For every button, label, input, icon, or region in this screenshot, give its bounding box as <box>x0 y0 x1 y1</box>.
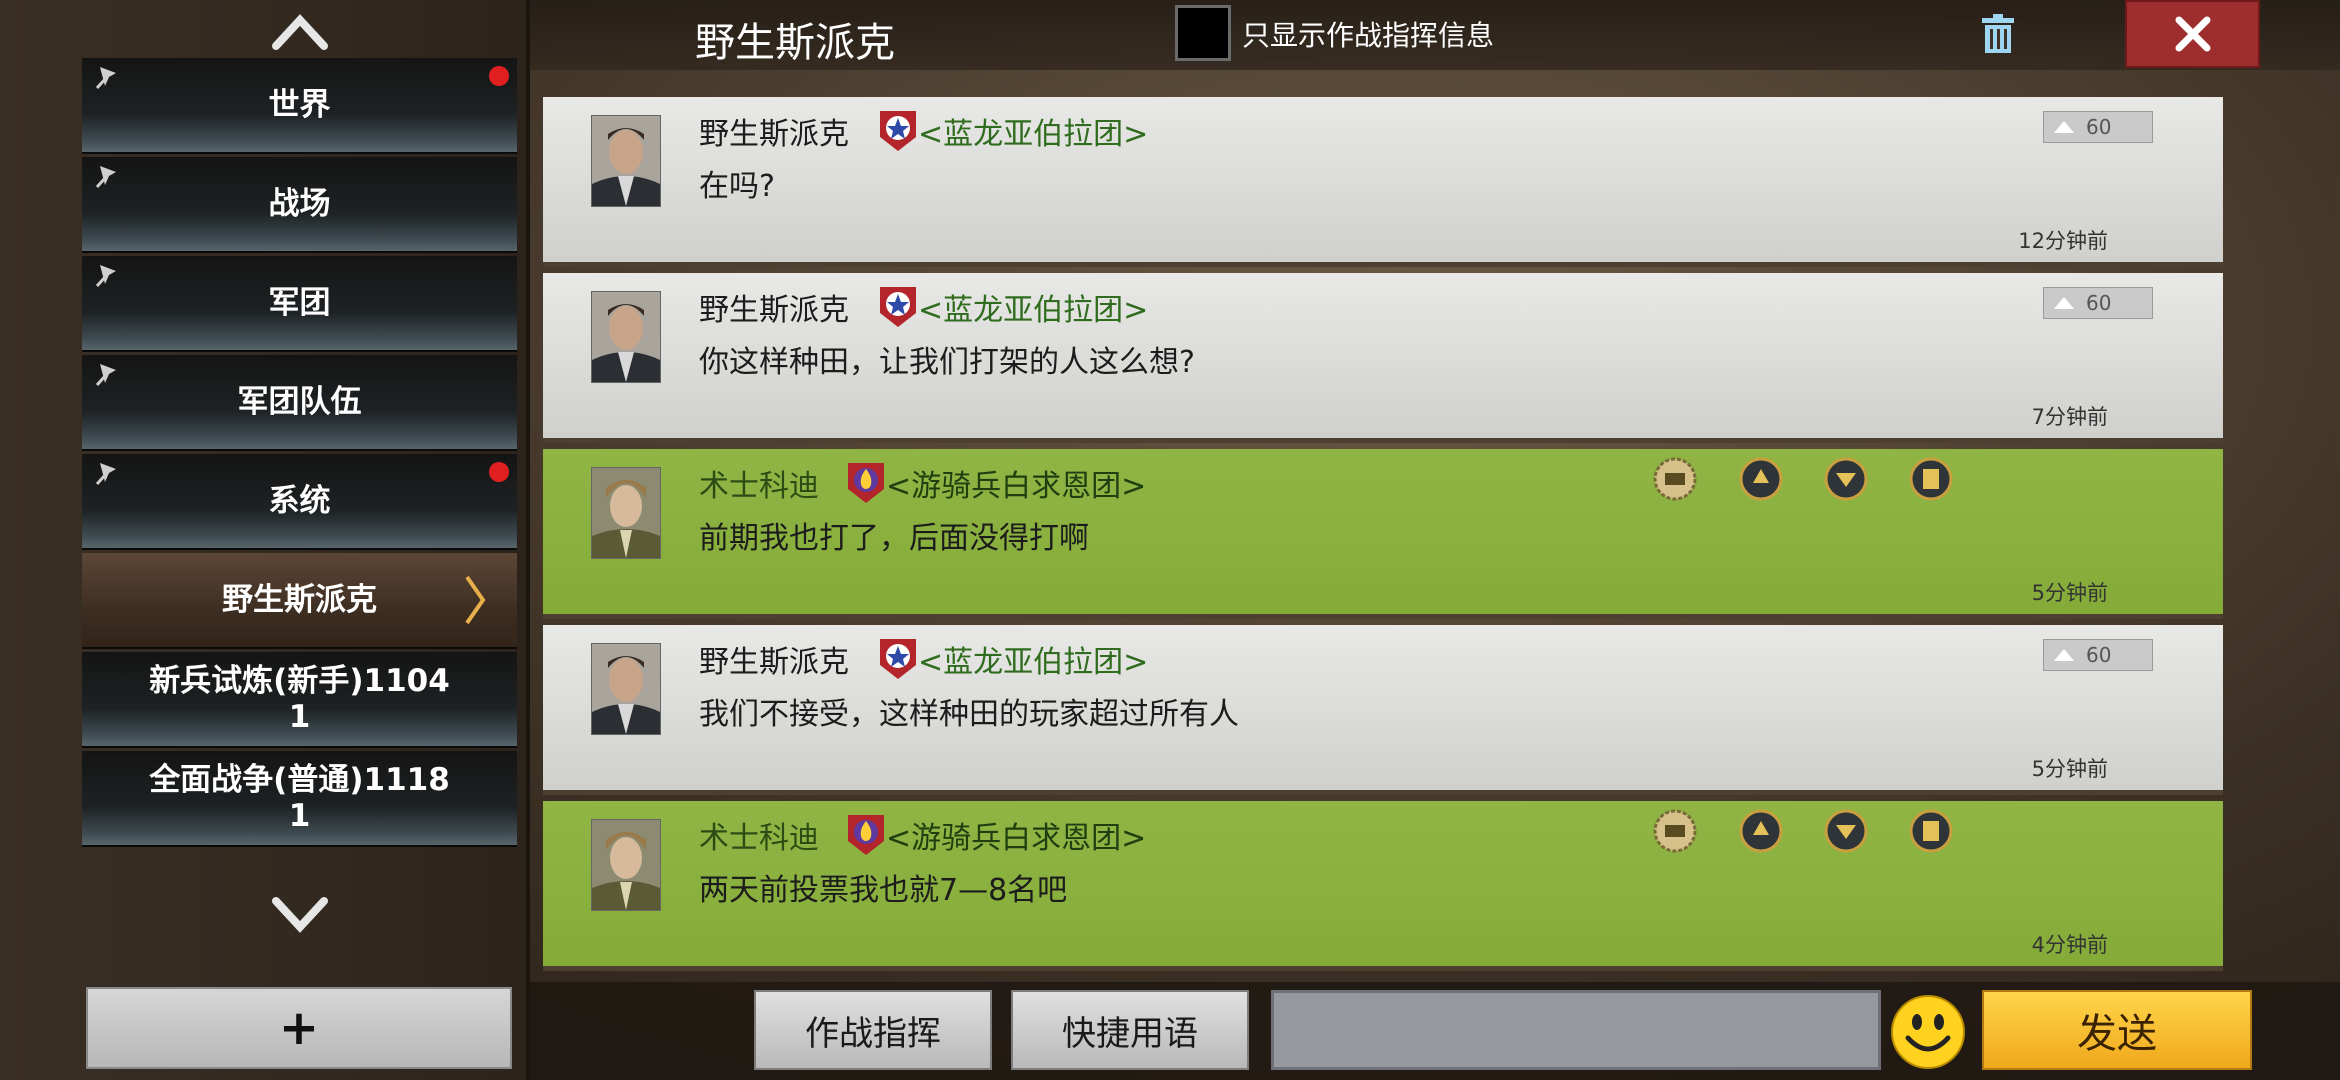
message-input[interactable] <box>1271 990 1881 1070</box>
trash-icon[interactable] <box>1980 14 2016 54</box>
channel-label: 世界 <box>268 87 331 123</box>
channel-label: 野生斯派克 <box>222 582 377 618</box>
channel-legion-team[interactable]: 军团队伍 <box>82 355 517 451</box>
message-time: 5分钟前 <box>2031 581 2108 605</box>
channel-label: 军团队伍 <box>237 384 362 420</box>
sender-name[interactable]: 术士科迪 <box>699 813 819 857</box>
scroll-down-icon[interactable] <box>270 895 330 935</box>
sender-name[interactable]: 野生斯派克 <box>699 637 849 681</box>
clan-name: <蓝龙亚伯拉团> <box>918 117 1149 152</box>
like-counter[interactable]: 60 <box>2043 639 2153 671</box>
add-channel-button[interactable]: + <box>86 987 512 1069</box>
message-text: 两天前投票我也就7—8名吧 <box>699 873 1068 908</box>
avatar[interactable] <box>591 115 661 207</box>
message-time: 7分钟前 <box>2031 405 2108 429</box>
like-arrow-icon <box>2054 649 2074 661</box>
room-name: 新兵试炼(新手)1104 <box>149 663 450 699</box>
sender-name[interactable]: 野生斯派克 <box>699 285 849 329</box>
message-item: 术士科迪 <游骑兵白求恩团> 前期我也打了，后面没得打啊 5分钟前 <box>543 449 2223 619</box>
like-counter[interactable]: 60 <box>2043 287 2153 319</box>
channel-system[interactable]: 系统 <box>82 454 517 550</box>
room-count: 1 <box>288 798 311 834</box>
chat-header: 野生斯派克 只显示作战指挥信息 <box>530 0 2340 70</box>
like-counter[interactable]: 60 <box>2043 111 2153 143</box>
avatar[interactable] <box>591 291 661 383</box>
emoji-icon[interactable] <box>1890 994 1966 1070</box>
quick-phrase-button[interactable]: 快捷用语 <box>1011 990 1249 1070</box>
clan-name: <蓝龙亚伯拉团> <box>918 645 1149 680</box>
close-button[interactable] <box>2125 0 2260 68</box>
star-shield-icon <box>880 111 916 151</box>
chevron-right-icon <box>465 575 486 625</box>
like-count: 60 <box>2086 291 2112 315</box>
channel-label: 军团 <box>268 285 331 321</box>
avatar[interactable] <box>591 467 661 559</box>
clan-name: <蓝龙亚伯拉团> <box>918 293 1149 328</box>
clan-name: <游骑兵白求恩团> <box>886 469 1147 504</box>
avatar[interactable] <box>591 819 661 911</box>
command-only-label: 只显示作战指挥信息 <box>1242 19 1495 52</box>
channel-sidebar: 世界 战场 军团 军团队伍 系统 野生斯派克 新兵试炼(新手)1104 1 全面… <box>0 0 530 1080</box>
room-label: 全面战争(普通)1118 1 <box>82 751 517 845</box>
message-item: 术士科迪 <游骑兵白求恩团> 两天前投票我也就7—8名吧 4分钟前 <box>543 801 2223 971</box>
message-item: 野生斯派克 <蓝龙亚伯拉团> 我们不接受，这样种田的玩家超过所有人 60 5分钟… <box>543 625 2223 795</box>
message-time: 5分钟前 <box>2031 757 2108 781</box>
like-arrow-icon <box>2054 121 2074 133</box>
clan-name: <游骑兵白求恩团> <box>886 821 1147 856</box>
notification-dot <box>489 66 509 86</box>
flame-shield-icon <box>848 463 884 503</box>
message-time: 4分钟前 <box>2031 933 2108 957</box>
medal-icon[interactable] <box>1824 457 1868 501</box>
message-list[interactable]: 野生斯派克 <蓝龙亚伯拉团> 在吗? 60 12分钟前 野生斯派克 <蓝龙亚伯拉 <box>543 97 2223 982</box>
chat-title: 野生斯派克 <box>695 20 895 66</box>
channel-room-total-war[interactable]: 全面战争(普通)1118 1 <box>82 751 517 847</box>
chat-input-bar: 作战指挥 快捷用语 发送 <box>530 982 2340 1080</box>
medal-icon[interactable] <box>1739 457 1783 501</box>
channel-world[interactable]: 世界 <box>82 58 517 154</box>
room-count: 1 <box>288 699 311 735</box>
message-text: 我们不接受，这样种田的玩家超过所有人 <box>699 697 1239 732</box>
sender-name[interactable]: 术士科迪 <box>699 461 819 505</box>
star-shield-icon <box>880 287 916 327</box>
medal-icon[interactable] <box>1653 457 1697 501</box>
message-text: 在吗? <box>699 169 775 204</box>
channel-room-newbie[interactable]: 新兵试炼(新手)1104 1 <box>82 652 517 748</box>
notification-dot <box>489 462 509 482</box>
star-shield-icon <box>880 639 916 679</box>
channel-battlefield[interactable]: 战场 <box>82 157 517 253</box>
like-count: 60 <box>2086 643 2112 667</box>
channel-legion[interactable]: 军团 <box>82 256 517 352</box>
message-item: 野生斯派克 <蓝龙亚伯拉团> 在吗? 60 12分钟前 <box>543 97 2223 267</box>
room-label: 新兵试炼(新手)1104 1 <box>82 652 517 746</box>
like-count: 60 <box>2086 115 2112 139</box>
scroll-up-icon[interactable] <box>270 12 330 52</box>
like-arrow-icon <box>2054 297 2074 309</box>
sidebar-divider <box>526 0 530 1080</box>
battle-command-button[interactable]: 作战指挥 <box>754 990 992 1070</box>
channel-label: 系统 <box>268 483 331 519</box>
avatar[interactable] <box>591 643 661 735</box>
medal-icon[interactable] <box>1653 809 1697 853</box>
message-text: 前期我也打了，后面没得打啊 <box>699 521 1089 556</box>
room-name: 全面战争(普通)1118 <box>149 762 450 798</box>
channel-label: 战场 <box>268 186 331 222</box>
command-only-checkbox[interactable] <box>1175 5 1231 61</box>
medal-icon[interactable] <box>1739 809 1783 853</box>
medal-icon[interactable] <box>1824 809 1868 853</box>
message-item: 野生斯派克 <蓝龙亚伯拉团> 你这样种田，让我们打架的人这么想? 60 7分钟前 <box>543 273 2223 443</box>
flame-shield-icon <box>848 815 884 855</box>
close-icon <box>2175 16 2210 52</box>
message-text: 你这样种田，让我们打架的人这么想? <box>699 345 1195 380</box>
message-time: 12分钟前 <box>2018 229 2108 253</box>
channel-private-active[interactable]: 野生斯派克 <box>82 553 517 649</box>
sender-name[interactable]: 野生斯派克 <box>699 109 849 153</box>
medal-icon[interactable] <box>1909 457 1953 501</box>
medal-icon[interactable] <box>1909 809 1953 853</box>
send-button[interactable]: 发送 <box>1982 990 2252 1070</box>
